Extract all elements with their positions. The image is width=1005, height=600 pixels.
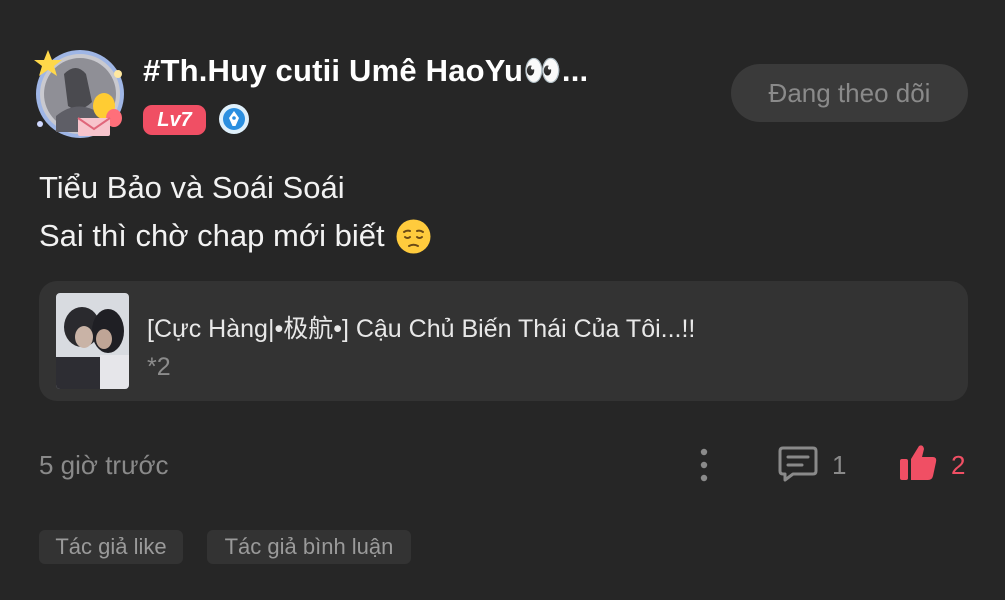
post-body: Tiểu Bảo và Soái Soái Sai thì chờ chap m… bbox=[39, 164, 432, 260]
author-name[interactable]: #Th.Huy cutii Umê HaoYu👀... bbox=[143, 52, 588, 89]
linked-story-card[interactable]: [Cực Hàng|•极航•] Cậu Chủ Biến Thái Của Tô… bbox=[39, 281, 968, 401]
author-commented-tag: Tác giả bình luận bbox=[207, 530, 411, 564]
like-count[interactable]: 2 bbox=[951, 450, 965, 481]
pensive-face-emoji bbox=[395, 218, 432, 255]
post-line-with-emoji: Sai thì chờ chap mới biết bbox=[39, 212, 432, 260]
story-cover-image bbox=[56, 293, 129, 389]
author-avatar[interactable] bbox=[30, 44, 130, 140]
level-badge: Lv7 bbox=[143, 105, 206, 135]
post-line: Sai thì chờ chap mới biết bbox=[39, 218, 385, 253]
post-line: Tiểu Bảo và Soái Soái bbox=[39, 170, 345, 205]
pen-nib-badge-icon bbox=[218, 103, 250, 135]
post-timestamp: 5 giờ trước bbox=[39, 450, 169, 480]
author-liked-tag: Tác giả like bbox=[39, 530, 183, 564]
following-button[interactable]: Đang theo dõi bbox=[731, 64, 968, 122]
comment-count[interactable]: 1 bbox=[832, 450, 846, 481]
linked-story-title: [Cực Hàng|•极航•] Cậu Chủ Biến Thái Của Tô… bbox=[147, 315, 696, 343]
linked-story-subtitle: *2 bbox=[147, 353, 171, 381]
thumbs-up-icon[interactable] bbox=[897, 442, 939, 484]
comment-icon[interactable] bbox=[777, 444, 819, 484]
more-options-icon[interactable] bbox=[694, 445, 714, 485]
